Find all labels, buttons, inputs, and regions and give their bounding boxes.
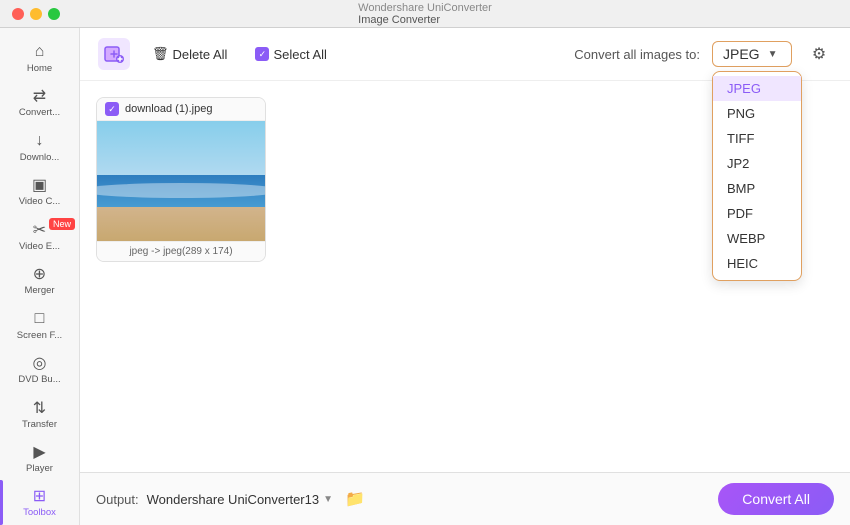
delete-all-button[interactable]: 🗑 Delete All	[144, 42, 235, 66]
new-badge: New	[49, 218, 75, 230]
sidebar-item-converter[interactable]: ⇄ Convert...	[0, 80, 79, 124]
image-preview	[97, 121, 265, 241]
convert-all-button[interactable]: Convert All	[718, 483, 834, 515]
sidebar-label-home: Home	[27, 64, 52, 74]
trash-icon: 🗑	[152, 46, 169, 62]
chevron-down-icon: ▼	[768, 49, 778, 60]
sidebar-item-video-edit[interactable]: ✂ Video E... New	[0, 214, 79, 258]
sidebar-label-video-compress: Video C...	[19, 197, 61, 207]
screen-icon: □	[30, 309, 50, 329]
settings-icon: ⚙	[812, 44, 826, 64]
format-selector-wrapper: JPEG ▼ JPEG PNG TIFF JP2 BMP PDF WEBP HE…	[712, 41, 792, 67]
sidebar-item-home[interactable]: ⌂ Home	[0, 36, 79, 80]
format-option-heic[interactable]: HEIC	[713, 251, 801, 276]
sidebar-item-download[interactable]: ↓ Downlo...	[0, 125, 79, 169]
image-checkbox[interactable]: ✓	[105, 102, 119, 116]
output-path[interactable]: Wondershare UniConverter13 ▼	[147, 492, 333, 507]
bottom-bar: Output: Wondershare UniConverter13 ▼ 📁 C…	[80, 472, 850, 525]
sidebar-label-toolbox: Toolbox	[23, 508, 56, 518]
format-option-jpeg[interactable]: JPEG	[713, 76, 801, 101]
format-selector-text: JPEG	[723, 46, 760, 62]
beach-sky	[97, 121, 265, 175]
select-all-checkbox: ✓	[255, 47, 269, 61]
image-name: download (1).jpeg	[125, 103, 212, 115]
format-option-pdf[interactable]: PDF	[713, 201, 801, 226]
video-compress-icon: ▣	[30, 175, 50, 195]
output-path-text: Wondershare UniConverter13	[147, 492, 319, 507]
sidebar-label-screen: Screen F...	[17, 331, 62, 341]
title-bar-text: Wondershare UniConverter Image Converter	[358, 2, 492, 26]
video-edit-icon: ✂	[30, 220, 50, 240]
output-label: Output:	[96, 492, 139, 507]
sidebar-label-download: Downlo...	[20, 153, 60, 163]
main-content: 🗑 Delete All ✓ Select All Convert all im…	[80, 28, 850, 525]
delete-all-label: Delete All	[173, 47, 228, 62]
active-indicator	[0, 480, 3, 524]
beach-sand	[97, 207, 265, 241]
app-layout: ⌂ Home ⇄ Convert... ↓ Downlo... ▣ Video …	[0, 28, 850, 525]
format-option-tiff[interactable]: TIFF	[713, 126, 801, 151]
folder-icon[interactable]: 📁	[345, 489, 365, 509]
convert-label: Convert all images to:	[574, 47, 700, 62]
image-card: ✓ download (1).jpeg jpeg -> jpeg(289 x 1…	[96, 97, 266, 262]
window-controls	[12, 8, 60, 20]
sidebar-item-toolbox[interactable]: ⊞ Toolbox	[0, 480, 79, 524]
format-option-webp[interactable]: WEBP	[713, 226, 801, 251]
sidebar-item-player[interactable]: ▶ Player	[0, 436, 79, 480]
minimize-button[interactable]	[30, 8, 42, 20]
transfer-icon: ⇅	[30, 398, 50, 418]
output-path-chevron: ▼	[323, 494, 333, 505]
converter-icon: ⇄	[30, 86, 50, 106]
merger-icon: ⊕	[30, 264, 50, 284]
close-button[interactable]	[12, 8, 24, 20]
maximize-button[interactable]	[48, 8, 60, 20]
home-icon: ⌂	[30, 42, 50, 62]
sidebar-item-screen[interactable]: □ Screen F...	[0, 303, 79, 347]
sidebar: ⌂ Home ⇄ Convert... ↓ Downlo... ▣ Video …	[0, 28, 80, 525]
select-all-label: Select All	[273, 47, 326, 62]
dvd-icon: ◎	[30, 353, 50, 373]
sidebar-label-merger: Merger	[24, 286, 54, 296]
player-icon: ▶	[30, 442, 50, 462]
format-selector[interactable]: JPEG ▼	[712, 41, 792, 67]
sidebar-item-video-compress[interactable]: ▣ Video C...	[0, 169, 79, 213]
sidebar-item-merger[interactable]: ⊕ Merger	[0, 258, 79, 302]
image-card-header: ✓ download (1).jpeg	[97, 98, 265, 121]
sidebar-label-video-edit: Video E...	[19, 242, 60, 252]
sidebar-label-transfer: Transfer	[22, 420, 57, 430]
add-file-icon	[98, 38, 130, 70]
add-file-button[interactable]	[96, 36, 132, 72]
format-dropdown-menu: JPEG PNG TIFF JP2 BMP PDF WEBP HEIC	[712, 71, 802, 281]
format-option-png[interactable]: PNG	[713, 101, 801, 126]
sidebar-item-transfer[interactable]: ⇅ Transfer	[0, 392, 79, 436]
title-bar: Wondershare UniConverter Image Converter	[0, 0, 850, 28]
format-option-bmp[interactable]: BMP	[713, 176, 801, 201]
settings-button[interactable]: ⚙	[804, 39, 834, 69]
sidebar-item-dvd[interactable]: ◎ DVD Bu...	[0, 347, 79, 391]
sidebar-label-player: Player	[26, 464, 53, 474]
sidebar-label-dvd: DVD Bu...	[18, 375, 60, 385]
format-option-jp2[interactable]: JP2	[713, 151, 801, 176]
beach-wave	[97, 183, 265, 197]
image-footer: jpeg -> jpeg(289 x 174)	[97, 241, 265, 261]
download-icon: ↓	[30, 131, 50, 151]
toolbox-icon: ⊞	[30, 486, 50, 506]
toolbar: 🗑 Delete All ✓ Select All Convert all im…	[80, 28, 850, 81]
sidebar-label-converter: Convert...	[19, 108, 60, 118]
select-all-button[interactable]: ✓ Select All	[247, 43, 334, 66]
